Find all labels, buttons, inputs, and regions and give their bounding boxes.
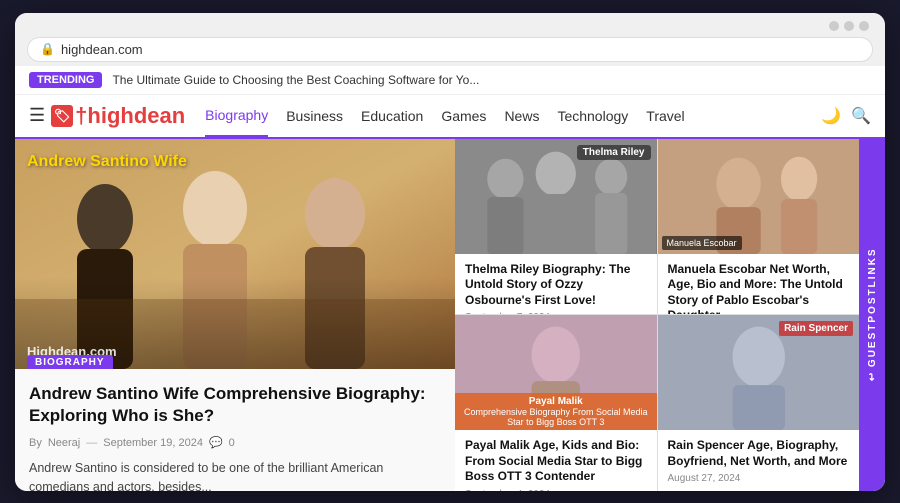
nav-biography[interactable]: Biography xyxy=(205,95,268,137)
meta-comment-icon: 💬 xyxy=(209,436,223,449)
manuela-label: Manuela Escobar xyxy=(662,236,742,250)
main-article-image[interactable]: Andrew Santino Wife Highdean.com BIOGRAP… xyxy=(15,139,455,369)
browser-chrome: 🔒 highdean.com xyxy=(15,13,885,66)
card-rain[interactable]: Rain Spencer Rain Spencer Age, Biography… xyxy=(658,315,860,491)
right-grid: Thelma Riley Thelma Riley Biography: The… xyxy=(455,139,859,491)
nav-business[interactable]: Business xyxy=(286,96,343,136)
main-article-body: Andrew Santino Wife Comprehensive Biogra… xyxy=(15,369,455,491)
dot-1 xyxy=(829,21,839,31)
trending-bar: TRENDING The Ultimate Guide to Choosing … xyxy=(15,66,885,95)
browser-window: 🔒 highdean.com TRENDING The Ultimate Gui… xyxy=(15,13,885,491)
card-thelma-image: Thelma Riley xyxy=(455,139,657,254)
article-image-title: Andrew Santino Wife xyxy=(27,153,187,171)
nav-icons: 🌙 🔍 xyxy=(821,106,871,126)
meta-author[interactable]: Neeraj xyxy=(48,437,80,449)
meta-comments: 0 xyxy=(229,437,235,449)
card-payal-title: Payal Malik Age, Kids and Bio: From Soci… xyxy=(465,438,647,485)
card-thelma-date: September 7, 2024 xyxy=(465,312,647,314)
card-rain-date: August 27, 2024 xyxy=(668,473,850,484)
card-thelma[interactable]: Thelma Riley Thelma Riley Biography: The… xyxy=(455,139,657,315)
main-nav: ☰ 🏷 †highdean Biography Business Educati… xyxy=(15,95,885,139)
meta-separator: — xyxy=(86,437,97,449)
nav-news[interactable]: News xyxy=(504,96,539,136)
card-thelma-body: Thelma Riley Biography: The Untold Story… xyxy=(455,254,657,315)
article-category-badge: BIOGRAPHY xyxy=(27,355,113,369)
trending-text[interactable]: The Ultimate Guide to Choosing the Best … xyxy=(112,73,479,87)
logo-icon: 🏷 xyxy=(51,105,73,127)
nav-games[interactable]: Games xyxy=(441,96,486,136)
card-payal[interactable]: Payal Malik Comprehensive Biography From… xyxy=(455,315,657,491)
main-article: Andrew Santino Wife Highdean.com BIOGRAP… xyxy=(15,139,455,491)
meta-by: By xyxy=(29,437,42,449)
lock-icon: 🔒 xyxy=(40,42,55,56)
logo-text: †highdean xyxy=(75,103,185,129)
right-sidebar-ad[interactable]: ↩ GUESTPOSTLINKS xyxy=(859,139,885,491)
address-bar[interactable]: 🔒 highdean.com xyxy=(27,37,873,62)
main-article-title[interactable]: Andrew Santino Wife Comprehensive Biogra… xyxy=(29,383,441,429)
thelma-badge: Thelma Riley xyxy=(577,145,651,160)
card-payal-date: September 4, 2024 xyxy=(465,489,647,491)
hamburger-icon[interactable]: ☰ xyxy=(29,105,45,126)
rain-badge: Rain Spencer xyxy=(779,321,853,336)
browser-dots xyxy=(27,21,873,31)
trending-label: TRENDING xyxy=(29,72,102,88)
sidebar-ad-text: ↩ GUESTPOSTLINKS xyxy=(867,247,878,381)
url-text: highdean.com xyxy=(61,42,143,57)
content-area: Andrew Santino Wife Highdean.com BIOGRAP… xyxy=(15,139,885,491)
image-overlay xyxy=(15,139,455,369)
card-manuela-image: Manuela Escobar xyxy=(658,139,860,254)
dot-2 xyxy=(844,21,854,31)
dot-3 xyxy=(859,21,869,31)
nav-links: Biography Business Education Games News … xyxy=(205,95,821,137)
meta-date: September 19, 2024 xyxy=(103,437,203,449)
nav-education[interactable]: Education xyxy=(361,96,423,136)
card-thelma-title: Thelma Riley Biography: The Untold Story… xyxy=(465,262,647,309)
card-rain-image: Rain Spencer xyxy=(658,315,860,430)
card-manuela[interactable]: Manuela Escobar Manuela Escobar Net Wort… xyxy=(658,139,860,315)
search-button[interactable]: 🔍 xyxy=(851,106,871,126)
card-rain-title: Rain Spencer Age, Biography, Boyfriend, … xyxy=(668,438,850,469)
card-manuela-title: Manuela Escobar Net Worth, Age, Bio and … xyxy=(668,262,850,315)
logo[interactable]: 🏷 †highdean xyxy=(51,103,185,129)
dark-mode-button[interactable]: 🌙 xyxy=(821,106,841,126)
payal-overlay: Payal Malik Comprehensive Biography From… xyxy=(455,393,657,430)
card-manuela-body: Manuela Escobar Net Worth, Age, Bio and … xyxy=(658,254,860,315)
main-article-excerpt: Andrew Santino is considered to be one o… xyxy=(29,459,441,490)
card-rain-body: Rain Spencer Age, Biography, Boyfriend, … xyxy=(658,430,860,491)
nav-travel[interactable]: Travel xyxy=(646,96,684,136)
card-payal-body: Payal Malik Age, Kids and Bio: From Soci… xyxy=(455,430,657,491)
nav-technology[interactable]: Technology xyxy=(557,96,628,136)
main-article-meta: By Neeraj — September 19, 2024 💬 0 xyxy=(29,436,441,449)
card-payal-image: Payal Malik Comprehensive Biography From… xyxy=(455,315,657,430)
